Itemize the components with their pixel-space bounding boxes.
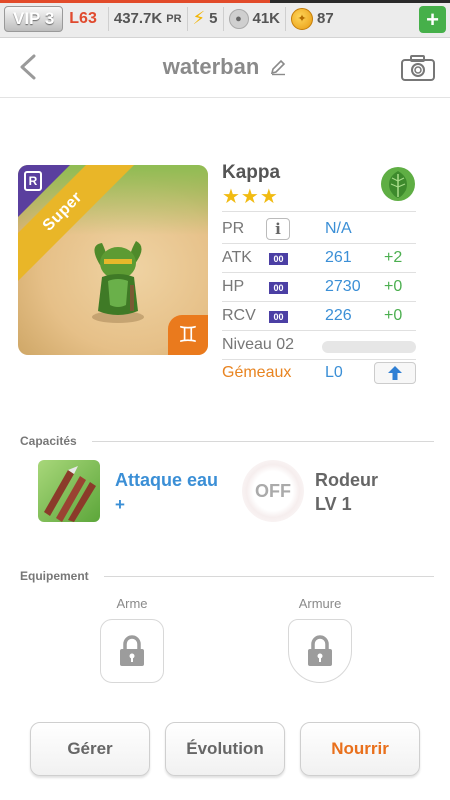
divider (222, 301, 416, 302)
paw-value: 41K (252, 10, 281, 27)
equipment-section-title: Equipement (20, 569, 89, 583)
stat-value: 226 (325, 307, 352, 324)
passive-skill-level: LV 1 (315, 494, 352, 514)
stat-badge: 00 (269, 253, 288, 265)
monster-sprite (92, 241, 144, 323)
claw-slash-icon (44, 466, 96, 522)
lightning-icon: ⚡ (192, 8, 206, 28)
level-progress-bar (322, 341, 416, 353)
abilities-section-title: Capacités (20, 434, 77, 448)
divider (222, 359, 416, 360)
monster-name: Kappa (222, 162, 281, 183)
info-icon[interactable]: i (266, 218, 290, 240)
divider (222, 272, 416, 273)
power-unit: PR (166, 12, 182, 25)
upgrade-button[interactable] (374, 362, 416, 384)
star-rating: ★★★ (222, 186, 279, 208)
stat-bonus: +0 (384, 307, 403, 324)
manage-button[interactable]: Gérer (30, 722, 150, 776)
active-skill-icon[interactable] (38, 460, 100, 522)
stat-value: 2730 (325, 278, 361, 295)
plus-icon[interactable]: + (419, 6, 446, 33)
weapon-slot[interactable] (100, 619, 164, 683)
stat-label: RCV (222, 307, 256, 324)
section-divider (104, 576, 434, 577)
evolution-button[interactable]: Évolution (165, 722, 285, 776)
divider (107, 6, 109, 31)
passive-skill-name: Rodeur (315, 470, 378, 490)
pencil-icon[interactable] (269, 58, 287, 76)
paw-icon: ● (228, 8, 249, 29)
divider (222, 243, 416, 244)
divider (222, 211, 416, 212)
divider (186, 6, 188, 31)
feed-button[interactable]: Nourrir (300, 722, 420, 776)
lock-icon (120, 635, 144, 666)
divider (222, 330, 416, 331)
vip-badge[interactable]: VIP 3 (4, 5, 64, 32)
camera-icon[interactable] (400, 54, 436, 82)
page-title: waterban (162, 54, 260, 79)
stat-bonus: +2 (384, 249, 403, 266)
armor-slot[interactable] (288, 619, 352, 683)
power-value: 437.7K (113, 10, 163, 27)
power-stat: 437.7K PR (114, 10, 182, 27)
energy-value: 5 (209, 10, 218, 27)
passive-state: OFF (255, 480, 291, 501)
stat-label: PR (222, 220, 245, 237)
stat-row-rcv: RCV 00 226 +0 (222, 305, 422, 329)
divider (222, 6, 224, 31)
stat-badge: 00 (269, 311, 288, 323)
stat-label: ATK (222, 249, 252, 266)
stat-value: N/A (325, 220, 352, 237)
stat-row-pr: PR i N/A (222, 218, 422, 242)
page-title-area: waterban (0, 54, 450, 80)
coin-icon: ✦ (291, 7, 314, 30)
energy-stat[interactable]: ⚡ 5 (193, 8, 218, 29)
active-skill-plus[interactable]: + (115, 495, 125, 515)
stat-value: 261 (325, 249, 352, 266)
gemini-icon: ♊ (168, 315, 208, 355)
leaf-icon (381, 167, 415, 201)
paw-stat[interactable]: ● 41K (228, 8, 281, 29)
stat-row-atk: ATK 00 261 +2 (222, 247, 422, 271)
page-header: waterban (0, 38, 450, 98)
passive-skill-icon[interactable]: OFF (242, 460, 304, 522)
rarity-r-badge: R (24, 171, 42, 191)
section-divider (92, 441, 434, 442)
constellation-row: Gémeaux L0 (222, 362, 422, 386)
stat-badge: 00 (269, 282, 288, 294)
top-status-bar: VIP 3 L63 437.7K PR ⚡ 5 ● 41K ✦ 87 + (0, 0, 450, 38)
armor-label: Armure (298, 596, 342, 611)
coin-value: 87 (317, 10, 334, 27)
monster-portrait-card[interactable]: R Super ♊ (18, 165, 208, 355)
player-level: L63 (69, 9, 97, 27)
divider (285, 6, 287, 31)
active-skill-name[interactable]: Attaque eau (115, 470, 218, 491)
stat-bonus: +0 (384, 278, 403, 295)
stat-label: HP (222, 278, 245, 295)
stat-row-hp: HP 00 2730 +0 (222, 276, 422, 300)
level-row: Niveau 02 (222, 334, 422, 358)
constellation-label: Gémeaux (222, 364, 292, 381)
arrow-up-icon (388, 366, 402, 380)
constellation-level: L0 (325, 364, 343, 381)
level-label: Niveau 02 (222, 336, 295, 353)
lock-icon (308, 635, 332, 666)
coin-stat[interactable]: ✦ 87 (291, 7, 334, 30)
weapon-label: Arme (116, 596, 148, 611)
